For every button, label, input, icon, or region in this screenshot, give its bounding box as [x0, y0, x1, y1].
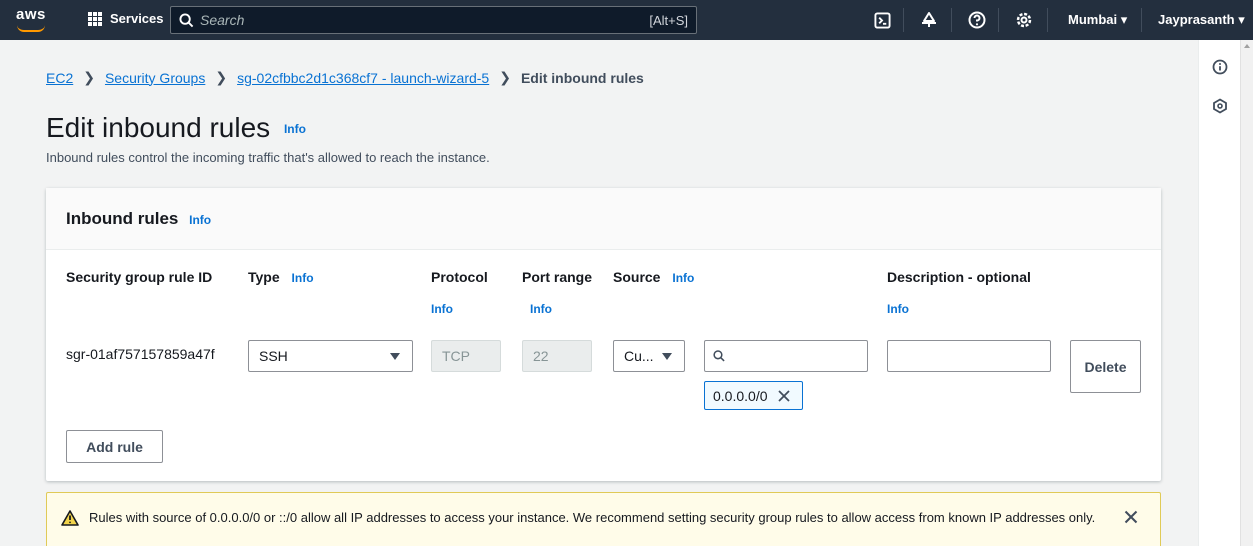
panel-title-container: Inbound rules Info — [66, 209, 211, 229]
breadcrumb-ec2[interactable]: EC2 — [46, 70, 73, 86]
nav-divider — [1047, 8, 1048, 32]
info-panel-icon[interactable] — [1210, 57, 1230, 77]
breadcrumb-current: Edit inbound rules — [520, 69, 644, 86]
rule-id-value: sgr-01af757157859a47f — [66, 346, 215, 362]
source-search-input[interactable] — [731, 348, 859, 364]
column-header-port-range: Port range — [522, 269, 593, 285]
services-menu-button[interactable]: Services — [88, 11, 164, 26]
port-range-field: 22 — [522, 340, 592, 372]
type-info-link[interactable]: Info — [292, 271, 314, 285]
delete-rule-button[interactable]: Delete — [1070, 340, 1141, 393]
column-header-type: Type — [248, 269, 280, 285]
chevron-right-icon: ❯ — [83, 69, 95, 85]
caret-down-icon — [390, 353, 400, 360]
aws-logo[interactable]: aws — [16, 6, 50, 34]
panel-header: Inbound rules Info — [46, 188, 1161, 250]
source-search-field[interactable] — [704, 340, 868, 372]
account-menu[interactable]: Jayprasanth ▾ — [1158, 12, 1245, 28]
page-title-container: Edit inbound rules Info — [46, 112, 306, 144]
panel-title: Inbound rules — [66, 209, 179, 228]
scroll-up-arrow-icon[interactable] — [1244, 44, 1250, 48]
column-header-source-container: Source Info — [613, 269, 694, 285]
right-tools-rail — [1198, 40, 1240, 546]
caret-down-icon — [662, 353, 672, 360]
chevron-right-icon: ❯ — [215, 69, 228, 85]
search-box[interactable]: [Alt+S] — [170, 6, 697, 34]
nav-divider — [951, 8, 952, 32]
aws-smile-icon — [17, 25, 45, 32]
chevron-right-icon: ❯ — [499, 69, 511, 85]
page-scrollbar[interactable] — [1240, 40, 1253, 546]
nav-divider — [903, 8, 904, 32]
grid-icon — [88, 11, 102, 26]
feedback-icon[interactable] — [1210, 96, 1230, 116]
warning-alert: Rules with source of 0.0.0.0/0 or ::/0 a… — [46, 492, 1161, 546]
add-rule-button[interactable]: Add rule — [66, 430, 163, 463]
panel-info-link[interactable]: Info — [189, 213, 211, 227]
gear-icon[interactable] — [1014, 10, 1034, 30]
region-selector[interactable]: Mumbai ▾ — [1068, 12, 1127, 28]
aws-logo-text: aws — [16, 6, 46, 23]
breadcrumb-security-groups[interactable]: Security Groups — [105, 70, 205, 86]
description-info-link[interactable]: Info — [887, 302, 909, 316]
page-info-link[interactable]: Info — [284, 122, 306, 136]
warning-message: Rules with source of 0.0.0.0/0 or ::/0 a… — [89, 510, 1096, 525]
column-header-rule-id: Security group rule ID — [66, 269, 213, 285]
cloudshell-icon[interactable] — [872, 10, 892, 30]
source-type-value: Cu... — [624, 348, 654, 364]
warning-icon — [61, 510, 79, 526]
type-select[interactable]: SSH — [248, 340, 413, 372]
type-select-value: SSH — [259, 348, 288, 364]
source-info-link[interactable]: Info — [672, 271, 694, 285]
breadcrumb-security-group[interactable]: sg-02cfbbc2d1c368cf7 - launch-wizard-5 — [237, 70, 489, 86]
nav-divider — [1141, 8, 1142, 32]
column-header-type-container: Type Info — [248, 269, 314, 285]
page-description: Inbound rules control the incoming traff… — [46, 150, 490, 165]
column-header-description: Description - optional — [887, 269, 1031, 285]
top-navigation: aws Services [Alt+S] Mumbai ▾ Jayprasant… — [0, 0, 1253, 40]
source-type-select[interactable]: Cu... — [613, 340, 685, 372]
search-shortcut: [Alt+S] — [649, 12, 688, 28]
search-icon — [713, 350, 725, 362]
help-icon[interactable] — [967, 10, 987, 30]
remove-token-icon[interactable] — [777, 389, 790, 402]
bell-icon[interactable] — [919, 10, 939, 30]
description-field[interactable] — [887, 340, 1051, 372]
protocol-info-link[interactable]: Info — [431, 302, 453, 316]
column-header-protocol: Protocol — [431, 269, 488, 285]
inbound-rules-panel: Inbound rules Info Security group rule I… — [46, 188, 1161, 481]
close-icon[interactable] — [1124, 510, 1138, 524]
search-input[interactable] — [200, 12, 650, 28]
services-label: Services — [110, 11, 164, 26]
column-header-source: Source — [613, 269, 661, 285]
source-cidr-value: 0.0.0.0/0 — [713, 387, 768, 404]
breadcrumb: EC2 ❯ Security Groups ❯ sg-02cfbbc2d1c36… — [46, 69, 644, 86]
search-icon — [179, 12, 194, 27]
nav-divider — [998, 8, 999, 32]
page-title: Edit inbound rules — [46, 112, 271, 143]
source-cidr-token: 0.0.0.0/0 — [704, 381, 803, 410]
protocol-field: TCP — [431, 340, 501, 372]
description-input[interactable] — [896, 348, 1042, 364]
port-range-info-link[interactable]: Info — [530, 302, 552, 316]
